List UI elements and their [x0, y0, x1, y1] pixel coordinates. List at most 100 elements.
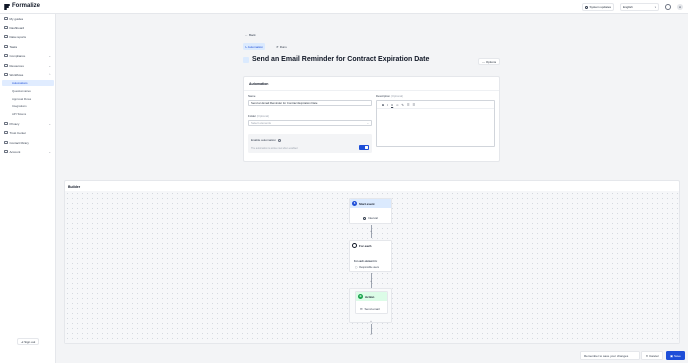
name-label: Name [248, 94, 256, 98]
bold-button[interactable]: B [382, 103, 384, 107]
unsaved-changes-message: Remember to save your changes [580, 351, 640, 360]
for-each-sub: For each element in: [354, 260, 378, 263]
sidebar-item-tasks[interactable]: Tasks [2, 43, 54, 50]
sidebar-item-trust-center[interactable]: Trust Center [2, 129, 54, 136]
report-icon [4, 34, 8, 39]
add-step-icon[interactable]: + [369, 319, 373, 323]
start-badge: S [352, 201, 357, 206]
sidebar-item-account[interactable]: Account ⌄ [2, 148, 54, 155]
sidebar-item-label: Tasks [9, 44, 18, 49]
sidebar-item-resources[interactable]: Resources ⌄ [2, 62, 54, 69]
sidebar-item-dashboard[interactable]: Dashboard [2, 24, 54, 31]
users-icon: ▢ [355, 266, 358, 269]
tab-label: Automation [247, 44, 263, 49]
folder-label: Folder (Optional) [248, 114, 269, 118]
node-title: For each [359, 243, 372, 248]
save-button[interactable]: ▣ Save [666, 351, 685, 360]
book-icon [4, 16, 8, 21]
sidebar-item-label: Contact library [9, 140, 29, 145]
options-button[interactable]: ⋯ Options [478, 58, 500, 65]
sidebar-subitem-api-tokens[interactable]: API Tokens [2, 111, 54, 117]
sidebar-subitem-integrations[interactable]: Integrations [2, 103, 54, 109]
start-event-node[interactable]: S Start event Interval [349, 198, 392, 224]
tab-automation[interactable]: ϟ Automation [243, 43, 265, 50]
chat-icon[interactable] [665, 4, 671, 10]
underline-button[interactable]: U [391, 103, 393, 107]
sidebar-item-compliance[interactable]: Compliance ⌄ [2, 52, 54, 59]
builder-title: Builder [68, 185, 81, 189]
add-step-icon[interactable]: + [369, 332, 373, 336]
sidebar-item-label: Compliance [9, 53, 26, 58]
add-step-icon[interactable]: + [369, 229, 373, 233]
avatar[interactable]: A [677, 4, 683, 10]
node-row-label: Send email [364, 307, 380, 311]
node-header: S Start event [350, 199, 391, 208]
cancel-button[interactable]: ✕ Cancel [641, 351, 663, 360]
sign-out-label: Sign out [24, 339, 36, 344]
enable-automation-box: Enable automation The automation is acti… [248, 134, 372, 153]
tab-label: Runs [279, 44, 287, 49]
sidebar-item-label: Dashboard [9, 25, 25, 30]
sidebar-item-contact-library[interactable]: Contact library [2, 139, 54, 146]
sidebar-subitem-automations[interactable]: Automations [2, 80, 54, 86]
sidebar-item-label: Trust Center [9, 130, 27, 135]
highlight-button[interactable]: ✎ [401, 103, 404, 107]
system-updates-button[interactable]: System updates [582, 3, 615, 11]
sidebar-item-label: Workflows [9, 72, 24, 77]
node-row-label: Interval [368, 216, 378, 220]
folder-select[interactable]: Select elements ⌄ [248, 120, 372, 126]
responsible-users-row: ▢ Responsible users [355, 266, 379, 269]
italic-button[interactable]: I [387, 103, 388, 107]
link-button[interactable]: ∞ [396, 103, 398, 107]
editor-toolbar: B I U ∞ ✎ ☰ ☰ [377, 101, 494, 109]
name-input[interactable]: Send an Email Reminder for Contract Expi… [248, 100, 372, 106]
automation-icon [243, 57, 249, 63]
sidebar-item-my-guides[interactable]: My guides [2, 15, 54, 22]
sidebar-item-privacy[interactable]: Privacy ⌄ [2, 120, 54, 127]
bolt-icon: ϟ [245, 44, 247, 49]
options-label: Options [485, 59, 497, 64]
back-link[interactable]: ← Back [245, 33, 256, 37]
numbered-list-button[interactable]: ☰ [413, 103, 416, 107]
node-title: Action [365, 294, 375, 299]
chevron-up-icon: ⌃ [48, 73, 51, 77]
dashboard-icon [4, 25, 8, 30]
chevron-down-icon: ⌄ [366, 121, 369, 125]
node-header: For each [350, 241, 391, 250]
node-row-label: Responsible users [359, 266, 379, 269]
cancel-label: Cancel [649, 353, 659, 358]
action-node[interactable]: ⚙ Action ✉ Send email [355, 291, 388, 314]
for-each-node[interactable]: For each For each element in: ▢ Responsi… [349, 240, 392, 272]
sidebar-item-label: Account [9, 149, 21, 154]
chevron-down-icon: ⌄ [48, 122, 51, 126]
send-email-row: ✉ Send email [360, 307, 380, 311]
node-header: ⚙ Action [356, 292, 387, 301]
sidebar-subitem-questionnaires[interactable]: Questionnaires [2, 88, 54, 94]
toggle-knob [365, 146, 368, 149]
enable-automation-toggle[interactable] [359, 145, 369, 150]
sidebar-subitem-approval-flows[interactable]: Approval Flows [2, 96, 54, 102]
language-select[interactable]: English ▾ [620, 3, 659, 11]
close-icon: ✕ [645, 353, 649, 358]
sidebar-item-data-reports[interactable]: Data reports [2, 33, 54, 40]
save-label: Save [674, 353, 681, 358]
formalize-logo-icon [4, 4, 10, 10]
add-step-icon[interactable]: + [369, 279, 373, 283]
app-logo[interactable]: Formalize [4, 3, 40, 10]
top-bar: Formalize System updates English ▾ A [0, 0, 688, 14]
optional-tag: (Optional) [390, 94, 404, 98]
sidebar-item-workflows[interactable]: Workflows ⌃ [2, 71, 54, 78]
clock-icon [585, 5, 588, 9]
shield-icon [4, 53, 8, 58]
sidebar: My guides Dashboard Data reports Tasks C… [0, 14, 56, 363]
lock-icon [4, 121, 8, 126]
tab-runs[interactable]: ↺ Runs [274, 43, 289, 50]
bullet-list-button[interactable]: ☰ [407, 103, 410, 107]
chevron-down-icon: ▾ [654, 5, 656, 9]
description-editor[interactable]: B I U ∞ ✎ ☰ ☰ [376, 100, 495, 147]
folder-placeholder: Select elements [251, 121, 271, 125]
sign-out-button[interactable]: ⇥ Sign out [17, 338, 39, 345]
arrow-left-icon: ← [245, 33, 248, 37]
folder-label-text: Folder [248, 114, 256, 118]
enable-description: The automation is active now when enable… [251, 147, 298, 150]
